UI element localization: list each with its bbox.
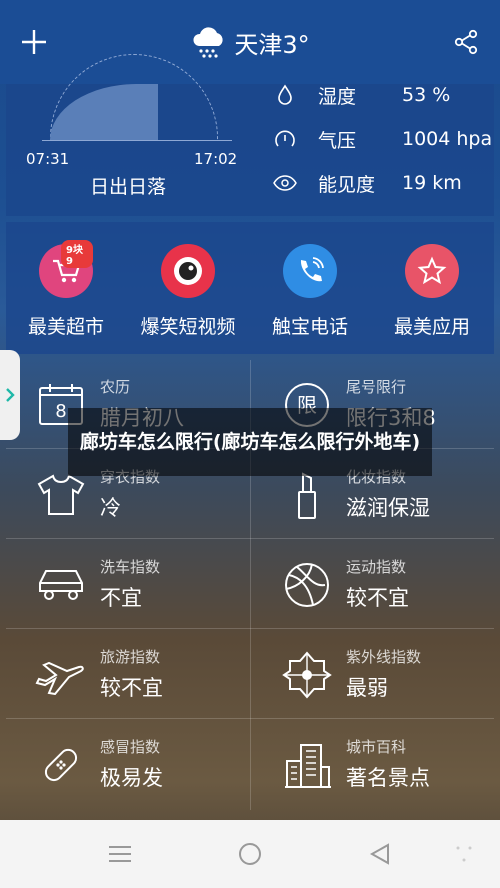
- index-uv[interactable]: 紫外线指数 最弱: [252, 630, 494, 716]
- app-label: 触宝电话: [271, 316, 348, 338]
- sun-chart: 07:31 17:02 日出日落: [6, 54, 254, 216]
- chevron-right-icon: [6, 388, 15, 402]
- star-icon: [405, 244, 459, 298]
- stat-visibility: 能见度 19 km: [272, 168, 494, 198]
- index-title: 农历: [100, 378, 131, 396]
- divider: [6, 718, 494, 719]
- stat-value: 19 km: [402, 172, 462, 194]
- index-value: 冷: [100, 496, 121, 520]
- stat-label: 湿度: [318, 85, 357, 108]
- side-drawer-handle[interactable]: [0, 350, 20, 440]
- stat-label: 能见度: [318, 173, 376, 196]
- gauge-icon: [272, 126, 298, 152]
- system-nav-bar: [0, 820, 500, 888]
- svg-text:8: 8: [55, 401, 66, 422]
- promo-badge: 9块9: [61, 240, 93, 268]
- umbrella-icon: [280, 648, 334, 702]
- back-icon[interactable]: [360, 834, 400, 874]
- apps-card: 9块9 最美超市 爆笑短视频 触宝电话 最美应用: [6, 222, 494, 354]
- index-city[interactable]: 城市百科 著名景点: [252, 720, 494, 806]
- bandage-icon: [34, 738, 88, 792]
- index-travel[interactable]: 旅游指数 较不宜: [6, 630, 248, 716]
- app-label: 最美应用: [393, 316, 470, 338]
- index-title: 尾号限行: [346, 378, 407, 396]
- stat-value: 53 %: [402, 84, 451, 106]
- index-value: 不宜: [100, 586, 142, 610]
- droplet-icon: [272, 82, 298, 108]
- stat-value: 1004 hpa: [402, 128, 493, 150]
- caption-overlay: 廊坊车怎么限行(廊坊车怎么限行外地车): [68, 408, 432, 476]
- share-icon[interactable]: [446, 22, 486, 62]
- sunrise-time: 07:31: [26, 150, 70, 168]
- index-cold[interactable]: 感冒指数 极易发: [6, 720, 248, 806]
- sun-label: 日出日落: [90, 176, 167, 198]
- ball-icon: [280, 558, 334, 612]
- divider: [6, 538, 494, 539]
- app-video[interactable]: 爆笑短视频: [128, 244, 248, 339]
- horizon-line: [42, 140, 232, 141]
- buildings-icon: [280, 738, 334, 792]
- index-sport[interactable]: 运动指数 较不宜: [252, 540, 494, 626]
- app-label: 爆笑短视频: [140, 316, 236, 338]
- lipstick-icon: [280, 468, 334, 522]
- cart-icon: 9块9: [39, 240, 93, 298]
- index-title: 洗车指数: [100, 558, 161, 576]
- index-title: 运动指数: [346, 558, 407, 576]
- app-phone[interactable]: 触宝电话: [250, 244, 370, 339]
- index-title: 旅游指数: [100, 648, 161, 666]
- index-value: 滋润保湿: [346, 496, 430, 520]
- cloud-snow-icon: [193, 27, 223, 58]
- index-value: 最弱: [346, 676, 388, 700]
- sunset-time: 17:02: [194, 150, 238, 168]
- index-title: 紫外线指数: [346, 648, 422, 666]
- index-title: 城市百科: [346, 738, 407, 756]
- stat-pressure: 气压 1004 hpa: [272, 124, 494, 154]
- stat-label: 气压: [318, 129, 357, 152]
- index-title: 感冒指数: [100, 738, 161, 756]
- divider: [6, 628, 494, 629]
- title-group[interactable]: 天津3°: [0, 22, 500, 62]
- phone-icon: [283, 244, 337, 298]
- plane-icon: [34, 648, 88, 702]
- eye-icon: [272, 170, 298, 196]
- index-value: 极易发: [100, 766, 163, 790]
- app-header: 天津3°: [0, 0, 500, 84]
- index-carwash[interactable]: 洗车指数 不宜: [6, 540, 248, 626]
- app-label: 最美超市: [27, 316, 104, 338]
- menu-icon[interactable]: [100, 834, 140, 874]
- weather-detail-card: 07:31 17:02 日出日落 湿度 53 % 气压 1004 hpa 能见度…: [6, 54, 494, 216]
- index-value: 较不宜: [346, 586, 409, 610]
- shirt-icon: [34, 468, 88, 522]
- page-title: 天津3°: [234, 30, 310, 59]
- app-store[interactable]: 最美应用: [372, 244, 492, 339]
- index-value: 著名景点: [346, 766, 430, 790]
- app-supermarket[interactable]: 9块9 最美超市: [6, 240, 126, 339]
- dots-icon[interactable]: [444, 834, 484, 874]
- index-value: 较不宜: [100, 676, 163, 700]
- home-icon[interactable]: [230, 834, 270, 874]
- video-icon: [161, 244, 215, 298]
- car-icon: [34, 558, 88, 612]
- stat-humidity: 湿度 53 %: [272, 80, 494, 110]
